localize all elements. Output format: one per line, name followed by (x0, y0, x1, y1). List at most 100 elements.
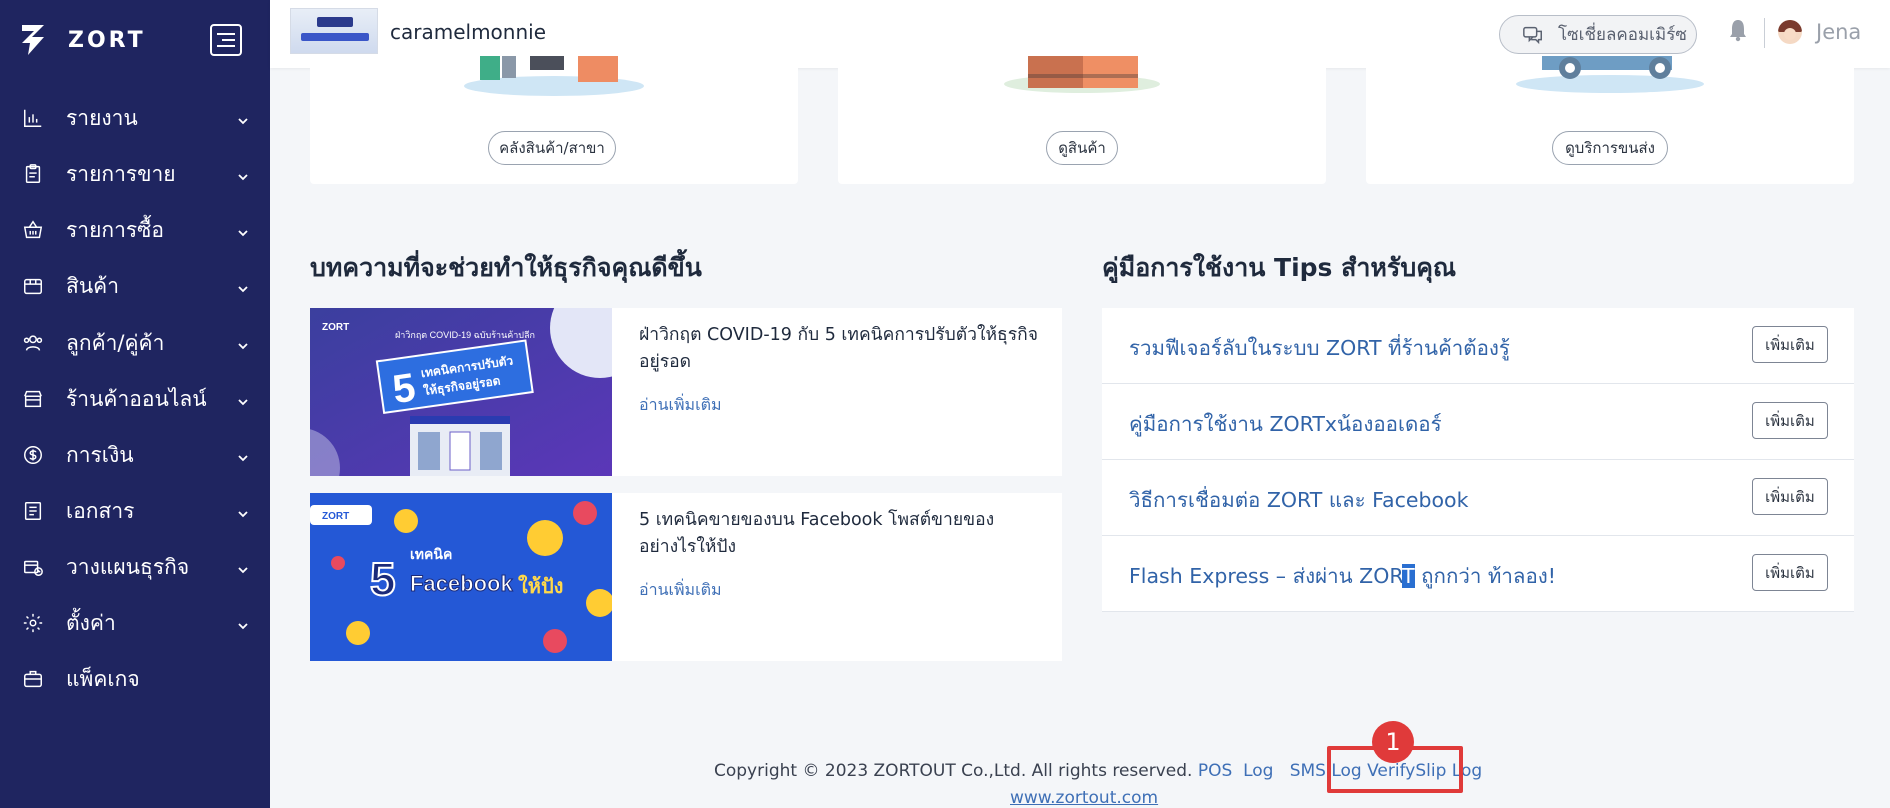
article-thumbnail[interactable]: ZORT 5 เทคนิค Facebook ให้ปัง (310, 493, 612, 661)
thumb-big-number: 5 (370, 553, 396, 605)
sidebar-item-sales[interactable]: รายการขาย (0, 151, 270, 197)
more-button[interactable]: เพิ่มเติม (1752, 402, 1828, 439)
sidebar-item-settings[interactable]: ตั้งค่า (0, 600, 270, 646)
chevron-down-icon (237, 617, 249, 630)
text-selection: T (1402, 564, 1415, 588)
step-number-badge: 1 (1372, 721, 1414, 763)
list-item: Flash Express – ส่งผ่าน ZORT ถูกกว่า ท้า… (1102, 536, 1854, 612)
box-icon (21, 274, 45, 298)
list-item: คู่มือการใช้งาน ZORTxน้องออเดอร์ เพิ่มเต… (1102, 384, 1854, 460)
chevron-down-icon (237, 505, 249, 518)
article-title: ฝ่าวิกฤต COVID-19 กับ 5 เทคนิคการปรับตัว… (639, 322, 1039, 376)
article-card: ZORT 5 เทคนิค Facebook ให้ปัง 5 เทคนิคขา… (310, 493, 1062, 661)
chevron-down-icon (237, 393, 249, 406)
article-title: 5 เทคนิคขายของบน Facebook โพสต์ขายของ อย… (639, 507, 1039, 561)
sidebar-item-finance[interactable]: การเงิน (0, 432, 270, 478)
read-more-link[interactable]: อ่านเพิ่มเติม (639, 578, 722, 603)
shipping-card: ดูบริการขนส่ง (1366, 56, 1854, 184)
chat-icon (1522, 24, 1544, 46)
view-shipping-button[interactable]: ดูบริการขนส่ง (1552, 131, 1668, 165)
sidebar-item-online-store[interactable]: ร้านค้าออนไลน์ (0, 376, 270, 422)
sidebar-item-package[interactable]: แพ็คเกจ (0, 656, 270, 702)
article-card: ZORT ฝ่าวิกฤต COVID-19 ฉบับร้านค้าปลีก 5… (310, 308, 1062, 476)
thumb-line1: เทคนิค (410, 546, 452, 562)
brand: ZORT (0, 0, 270, 80)
list-item: วิธีการเชื่อมต่อ ZORT และ Facebook เพิ่ม… (1102, 460, 1854, 536)
menu-toggle-button[interactable] (210, 24, 242, 56)
chevron-down-icon (237, 561, 249, 574)
chevron-down-icon (237, 224, 249, 237)
article-title-line: อย่างไรให้ปัง (639, 537, 737, 557)
article-title-line: ฝ่าวิกฤต COVID-19 กับ 5 เทคนิคการปรับตัว… (639, 325, 1038, 345)
tips-section-title: คู่มือการใช้งาน Tips สำหรับคุณ (1102, 253, 1457, 282)
sidebar-item-label: วางแผนธุรกิจ (66, 554, 190, 579)
user-name[interactable]: Jena (1816, 20, 1861, 44)
shop-thumbnail (290, 8, 378, 54)
sidebar-item-planning[interactable]: วางแผนธุรกิจ (0, 544, 270, 590)
header-divider (1764, 18, 1765, 48)
sidebar-item-label: เอกสาร (66, 498, 135, 523)
sidebar-item-reports[interactable]: รายงาน (0, 95, 270, 141)
warehouse-branch-button[interactable]: คลังสินค้า/สาขา (488, 131, 616, 165)
more-button[interactable]: เพิ่มเติม (1752, 554, 1828, 591)
shop-name: caramelmonnie (390, 20, 547, 44)
sidebar-item-customers[interactable]: ลูกค้า/คู่ค้า (0, 320, 270, 366)
dollar-icon (21, 443, 45, 467)
tips-list: รวมฟีเจอร์ลับในระบบ ZORT ที่ร้านค้าต้องร… (1102, 308, 1854, 612)
read-more-link[interactable]: อ่านเพิ่มเติม (639, 393, 722, 418)
thumb-line3: ให้ปัง (518, 574, 563, 598)
tip-link[interactable]: Flash Express – ส่งผ่าน ZORT ถูกกว่า ท้า… (1129, 560, 1556, 593)
briefcase-icon (21, 667, 45, 691)
sidebar-item-label: ตั้งค่า (66, 610, 116, 635)
tip-text-part: ถูกกว่า ท้าลอง! (1414, 564, 1557, 588)
bar-chart-icon (21, 106, 45, 130)
more-button[interactable]: เพิ่มเติม (1752, 478, 1828, 515)
zort-logo-icon (22, 25, 44, 55)
basket-icon (21, 218, 45, 242)
list-item: รวมฟีเจอร์ลับในระบบ ZORT ที่ร้านค้าต้องร… (1102, 308, 1854, 384)
warehouse-illustration (464, 56, 644, 96)
sidebar-item-label: รายงาน (66, 105, 138, 130)
social-commerce-button[interactable]: โซเชี่ยลคอมเมิร์ซ (1499, 15, 1697, 54)
document-icon (21, 499, 45, 523)
tip-link[interactable]: วิธีการเชื่อมต่อ ZORT และ Facebook (1129, 484, 1468, 517)
copyright-text: Copyright © 2023 ZORTOUT Co.,Ltd. All ri… (714, 761, 1193, 781)
avatar[interactable] (1778, 20, 1802, 44)
articles-section-title: บทความที่จะช่วยทำให้ธุรกิจคุณดีขึ้น (310, 253, 702, 282)
view-products-button[interactable]: ดูสินค้า (1046, 131, 1118, 165)
planning-icon (21, 555, 45, 579)
pos-log-link[interactable]: POS Log (1198, 761, 1274, 781)
products-card: ดูสินค้า (838, 56, 1326, 184)
gear-icon (21, 611, 45, 635)
sidebar-item-products[interactable]: สินค้า (0, 263, 270, 309)
tip-text-part: Flash Express – ส่งผ่าน ZOR (1129, 564, 1403, 588)
tip-link[interactable]: คู่มือการใช้งาน ZORTxน้องออเดอร์ (1129, 408, 1442, 441)
thumb-brand: ZORT (322, 322, 349, 333)
website-link[interactable]: www.zortout.com (1010, 788, 1158, 808)
bell-icon[interactable] (1727, 18, 1749, 42)
sidebar-item-label: ลูกค้า/คู่ค้า (66, 330, 165, 355)
sidebar-item-label: ร้านค้าออนไลน์ (66, 386, 207, 411)
article-title-line: อยู่รอด (639, 352, 692, 372)
chevron-down-icon (237, 449, 249, 462)
products-illustration (1004, 56, 1160, 93)
social-commerce-label: โซเชี่ยลคอมเมิร์ซ (1558, 25, 1687, 45)
chevron-down-icon (237, 280, 249, 293)
brand-name: ZORT (68, 27, 146, 53)
sidebar-item-label: รายการซื้อ (66, 217, 165, 242)
article-thumbnail[interactable]: ZORT ฝ่าวิกฤต COVID-19 ฉบับร้านค้าปลีก 5… (310, 308, 612, 476)
shipping-illustration (1516, 56, 1704, 93)
sidebar-item-label: การเงิน (66, 442, 134, 467)
more-button[interactable]: เพิ่มเติม (1752, 326, 1828, 363)
chevron-down-icon (237, 112, 249, 125)
chevron-down-icon (237, 337, 249, 350)
sidebar-item-label: รายการขาย (66, 161, 176, 186)
clipboard-icon (21, 162, 45, 186)
sidebar-item-label: แพ็คเกจ (66, 666, 140, 691)
sidebar: ZORT รายงาน รายการขาย รายการซื้อ สินค้า (0, 0, 270, 808)
warehouse-card: คลังสินค้า/สาขา (310, 56, 798, 184)
sidebar-item-documents[interactable]: เอกสาร (0, 488, 270, 534)
tip-link[interactable]: รวมฟีเจอร์ลับในระบบ ZORT ที่ร้านค้าต้องร… (1129, 332, 1510, 365)
storefront-icon (21, 387, 45, 411)
sidebar-item-purchases[interactable]: รายการซื้อ (0, 207, 270, 253)
